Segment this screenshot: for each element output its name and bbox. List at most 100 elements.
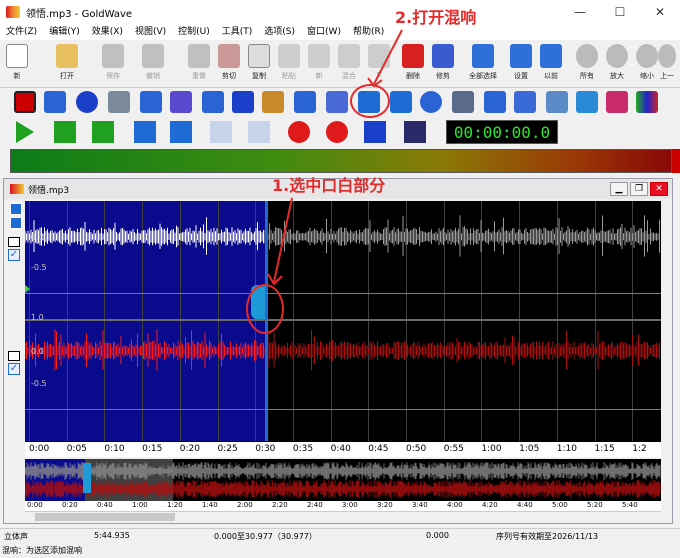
overview-panel[interactable] (25, 459, 661, 501)
level-meter (10, 149, 672, 173)
y-label-right-1: 1.0 (31, 313, 44, 322)
overview-tick-label: 0:00 (27, 501, 43, 509)
minimize-button[interactable]: — (560, 0, 600, 24)
record-icon[interactable] (288, 121, 310, 143)
document-close-button[interactable]: ✕ (650, 182, 668, 196)
menu-effects[interactable]: 效果(X) (86, 24, 129, 40)
overview-waveform (25, 462, 661, 480)
paste-new-button[interactable]: 新 (304, 42, 334, 86)
close-button[interactable]: ✕ (640, 0, 680, 24)
zoom-all-button[interactable]: 所有 (572, 42, 602, 86)
mechanize-icon[interactable] (326, 91, 348, 113)
paste-button[interactable]: 粘贴 (274, 42, 304, 86)
selection-highlight-ring (246, 284, 284, 334)
cut-button[interactable]: 剪切 (214, 42, 244, 86)
transport-toolbar (0, 116, 680, 148)
menu-control[interactable]: 控制(U) (172, 24, 216, 40)
equalizer-sliders-icon[interactable] (452, 91, 474, 113)
rewind-icon[interactable] (134, 121, 156, 143)
overview-time-ruler: 0:00 0:20 0:40 1:00 1:20 1:40 2:00 2:20 2:40 3:00… (25, 501, 661, 511)
effects-toolbar (0, 88, 680, 116)
flanger-icon[interactable] (262, 91, 284, 113)
stop-icon[interactable] (248, 121, 270, 143)
horizontal-scrollbar[interactable] (25, 511, 661, 521)
trim-button[interactable]: 修剪 (428, 42, 458, 86)
copy-button[interactable]: 复制 (244, 42, 274, 86)
silence-icon[interactable] (576, 91, 598, 113)
control-window-icon[interactable] (404, 121, 426, 143)
save-icon (102, 44, 124, 68)
distortion-icon[interactable] (108, 91, 130, 113)
select-all-button[interactable]: 全部选择 (468, 42, 498, 86)
fade-icon[interactable] (202, 91, 224, 113)
menu-tools[interactable]: 工具(T) (216, 24, 259, 40)
overview-tick-label: 2:20 (272, 501, 288, 509)
menu-file[interactable]: 文件(Z) (0, 24, 43, 40)
pitch-icon[interactable] (420, 91, 442, 113)
status-selection: 0.000至30.977（30.977） (214, 532, 317, 541)
play-selection-icon[interactable] (54, 121, 76, 143)
overview-selection-handle[interactable] (83, 463, 91, 493)
pause-icon[interactable] (210, 121, 232, 143)
left-channel-checkbox[interactable]: ✓ (8, 249, 20, 261)
play-to-end-icon[interactable] (92, 121, 114, 143)
set-marker-button[interactable]: 设置 (506, 42, 536, 86)
overview-tick-label: 2:40 (307, 501, 323, 509)
delete-button[interactable]: 删除 (398, 42, 428, 86)
open-button[interactable]: 打开 (52, 42, 82, 86)
doppler-icon[interactable] (76, 91, 98, 113)
pan-icon[interactable] (484, 91, 506, 113)
noise-reduction-icon[interactable] (546, 91, 568, 113)
previous-view-button[interactable]: 上一 (654, 42, 680, 86)
copy-icon (248, 44, 270, 68)
reverse-arrow-icon[interactable] (390, 91, 412, 113)
volume-arrows-icon[interactable] (44, 91, 66, 113)
document-minimize-button[interactable]: ▁ (610, 182, 628, 196)
overview-tick-label: 5:40 (622, 501, 638, 509)
stereo-icon[interactable] (606, 91, 628, 113)
undo-button[interactable]: 撤销 (138, 42, 168, 86)
menu-help[interactable]: 帮助(R) (347, 24, 390, 40)
waveform-unselected (264, 329, 660, 371)
time-tick-label: 0:25 (217, 444, 238, 454)
menu-options[interactable]: 选项(S) (258, 24, 301, 40)
play-icon[interactable] (16, 121, 34, 143)
redo-button[interactable]: 重做 (184, 42, 214, 86)
waveform-svg (25, 215, 660, 371)
spectrum-icon[interactable] (636, 91, 658, 113)
document-restore-button[interactable]: ❐ (630, 182, 648, 196)
previous-button[interactable]: 以前 (536, 42, 566, 86)
fast-forward-icon[interactable] (170, 121, 192, 143)
invert-icon[interactable] (294, 91, 316, 113)
left-channel-toggle[interactable] (8, 237, 20, 247)
time-tick-label: 1:05 (519, 444, 540, 454)
echo-wave-icon[interactable] (170, 91, 192, 113)
new-button[interactable]: 新 (2, 42, 32, 86)
record-selection-icon[interactable] (326, 121, 348, 143)
undo-icon (142, 44, 164, 68)
resample-icon[interactable] (514, 91, 536, 113)
filter-gear-icon[interactable] (232, 91, 254, 113)
paste-new-icon (308, 44, 330, 68)
scrollbar-thumb[interactable] (35, 513, 175, 521)
record-settings-icon[interactable] (364, 121, 386, 143)
start-marker-icon[interactable] (25, 285, 30, 293)
right-channel-toggle[interactable] (8, 351, 20, 361)
menu-window[interactable]: 窗口(W) (301, 24, 347, 40)
time-tick-label: 0:30 (255, 444, 276, 454)
waveform-view[interactable]: 0.0 -0.5 1.0 0.0 -0.5 (25, 201, 661, 441)
mix-button[interactable]: 混合 (334, 42, 364, 86)
zoom-in-horizontal-icon[interactable] (10, 217, 22, 229)
replace-button[interactable]: R (364, 42, 394, 86)
stop-effect-icon[interactable] (14, 91, 36, 113)
time-tick-label: 1:00 (481, 444, 502, 454)
menu-edit[interactable]: 编辑(Y) (43, 24, 86, 40)
dynamics-icon[interactable] (140, 91, 162, 113)
zoom-out-horizontal-icon[interactable] (10, 203, 22, 215)
maximize-button[interactable]: ☐ (600, 0, 640, 24)
right-channel-checkbox[interactable]: ✓ (8, 363, 20, 375)
menu-view[interactable]: 视图(V) (129, 24, 172, 40)
save-button[interactable]: 保存 (98, 42, 128, 86)
zoom-in-button[interactable]: 放大 (602, 42, 632, 86)
meter-peak-indicator (672, 149, 680, 173)
